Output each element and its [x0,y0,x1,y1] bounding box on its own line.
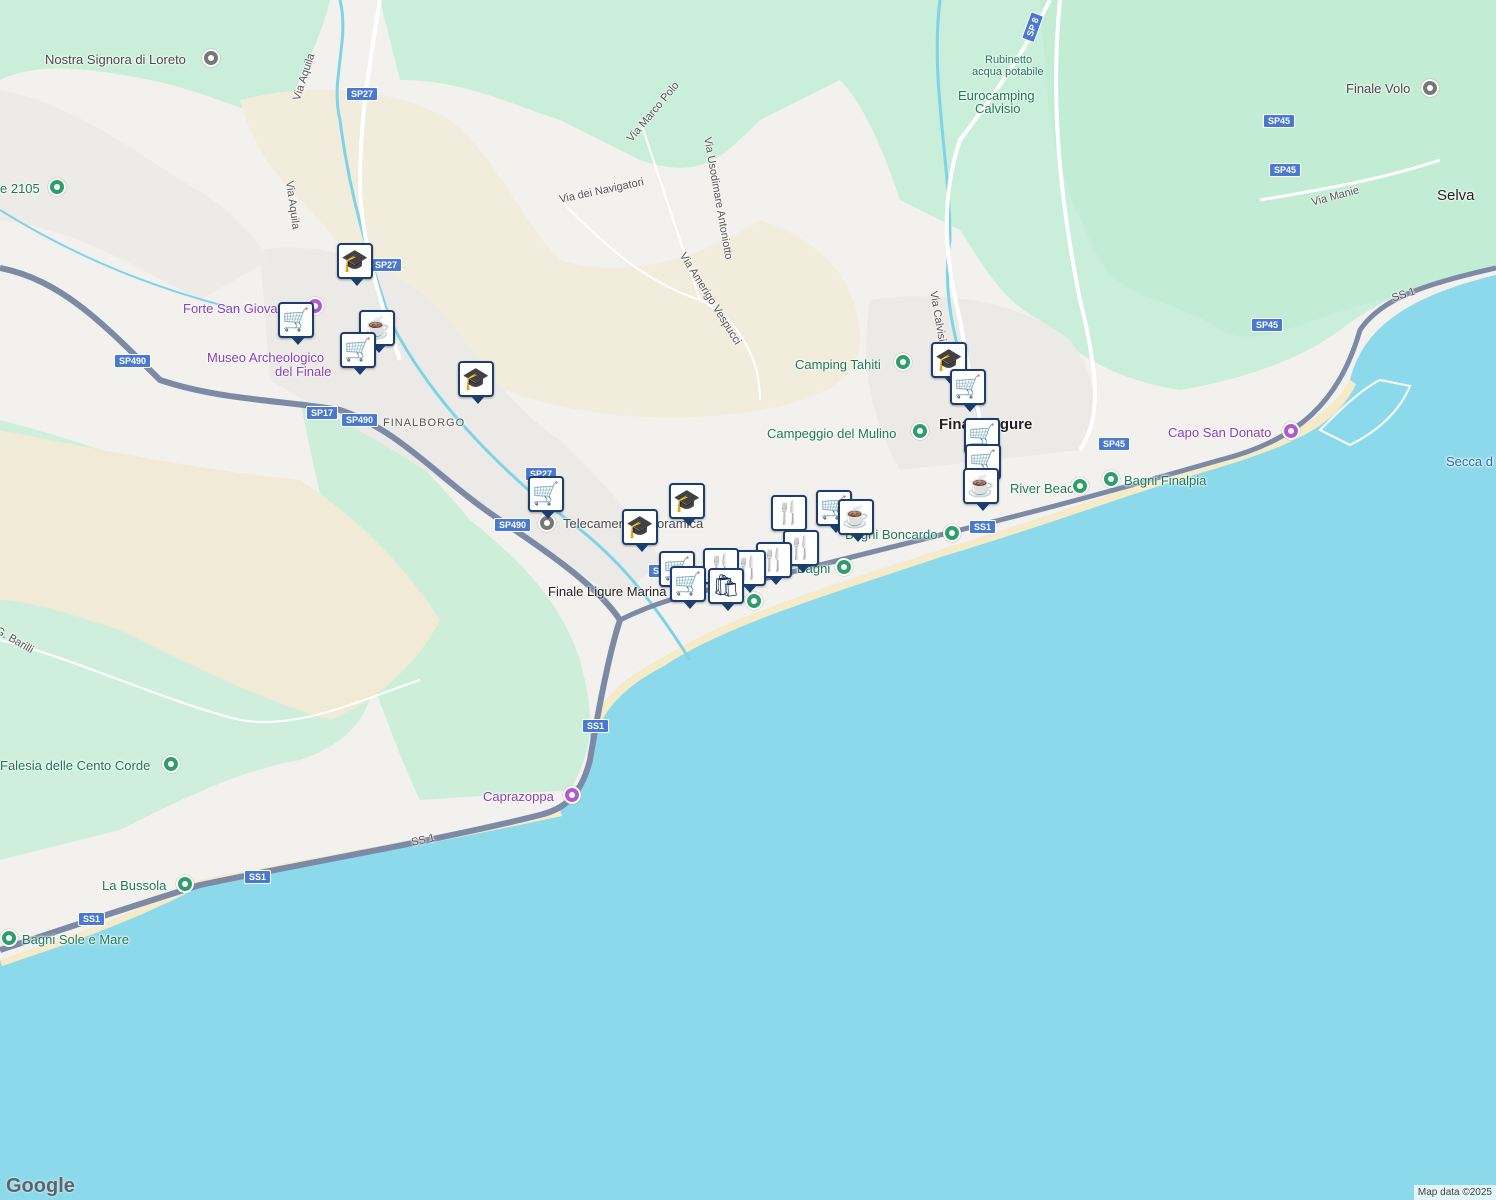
school-icon: 🎓 [341,248,369,273]
place-museo-line1[interactable]: Museo Archeologico [207,350,324,365]
climbing-icon[interactable] [162,755,180,773]
school-icon: 🎓 [626,514,654,539]
cart-icon: 🛒 [532,481,560,506]
school-icon: 🎓 [673,488,701,513]
road-shield-sp27: SP27 [370,258,403,272]
place-selva[interactable]: Selva [1437,188,1475,203]
place-finale-volo[interactable]: Finale Volo [1346,81,1410,96]
beach-icon[interactable] [943,524,961,542]
place-secca[interactable]: Secca d [1446,454,1493,469]
place-bagni-sole[interactable]: Bagni Sole e Mare [22,932,129,947]
road-shield-sp45: SP45 [1251,318,1284,332]
shopping-bag-icon: 🛍 [712,573,740,598]
google-logo: Google [6,1175,75,1197]
road-shield-ss1: SS1 [969,520,997,534]
beach-icon[interactable] [0,929,18,947]
viewpoint-icon[interactable] [1282,422,1300,440]
place-finale-marina[interactable]: Finale Ligure Marina [548,584,667,599]
beach-icon[interactable] [1102,470,1120,488]
place-campeggio-mulino[interactable]: Campeggio del Mulino [767,426,896,441]
road-shield-sp45: SP45 [1263,114,1296,128]
road-shield-ss1: SS1 [244,870,272,884]
viewpoint-icon[interactable] [563,786,581,804]
road-shield-sp490: SP490 [114,354,152,368]
place-finalborgo[interactable]: FINALBORGO [383,416,465,431]
place-nostra-signora[interactable]: Nostra Signora di Loreto [45,52,186,67]
campground-icon[interactable] [911,422,929,440]
road-shield-sp45: SP45 [1269,163,1302,177]
map-attribution[interactable]: Map data ©2025 [1413,1185,1496,1200]
road-shield-sp490: SP490 [494,518,532,532]
place-falesia[interactable]: Falesia delle Cento Corde [0,758,150,773]
school-marker[interactable]: 🎓 [669,483,705,526]
place-museo-line2[interactable]: del Finale [275,364,331,379]
beach-icon[interactable] [745,592,763,610]
shopping-cart-marker[interactable]: 🛒 [950,369,986,412]
school-marker[interactable]: 🎓 [458,361,494,404]
road-shield-sp17: SP17 [306,406,339,420]
place-caprazoppa[interactable]: Caprazoppa [483,789,554,804]
campground-icon[interactable] [894,353,912,371]
place-icon[interactable] [48,178,66,196]
road-shield-sp27: SP27 [346,87,379,101]
cart-icon: 🛒 [954,374,982,399]
coffee-cup-icon: ☕ [842,504,870,529]
shopping-cart-marker[interactable]: 🛒 [670,566,706,609]
cafe-marker[interactable]: ☕ [963,468,999,511]
place-la-bussola[interactable]: La Bussola [102,878,166,893]
cafe-marker[interactable]: ☕ [838,499,874,542]
school-marker[interactable]: 🎓 [337,243,373,286]
place-bagni-finalpia[interactable]: Bagni Finalpia [1124,473,1206,488]
school-marker[interactable]: 🎓 [622,509,658,552]
road-shield-ss1: SS1 [582,719,610,733]
place-forte[interactable]: Forte San Giova [183,301,278,316]
beach-icon[interactable] [835,558,853,576]
beach-icon[interactable] [1071,477,1089,495]
place-capo-san-donato[interactable]: Capo San Donato [1168,425,1271,440]
shop-marker[interactable]: 🛍 [708,568,744,611]
road-shield-ss1: SS1 [78,912,106,926]
shopping-cart-marker[interactable]: 🛒 [528,476,564,519]
place-eurocamping-line2[interactable]: Calvisio [975,101,1021,116]
road-shield-sp490: SP490 [341,413,379,427]
restaurant-marker[interactable]: 🍴 [771,495,807,538]
place-rubinetto-line2[interactable]: acqua potabile [972,65,1044,80]
school-icon: 🎓 [462,366,490,391]
cart-icon: 🛒 [674,571,702,596]
cart-icon: 🛒 [282,307,310,332]
shopping-cart-marker[interactable]: 🛒 [278,302,314,345]
place-area-2105[interactable]: e 2105 [0,181,40,196]
place-icon[interactable] [1421,79,1439,97]
road-shield-sp45: SP45 [1098,437,1131,451]
cart-icon: 🛒 [344,337,372,362]
coffee-cup-icon: ☕ [967,473,995,498]
place-camping-tahiti[interactable]: Camping Tahiti [795,357,881,372]
church-icon[interactable] [202,49,220,67]
fork-knife-icon: 🍴 [775,500,803,525]
beach-icon[interactable] [176,875,194,893]
shopping-cart-marker[interactable]: 🛒 [340,332,376,375]
